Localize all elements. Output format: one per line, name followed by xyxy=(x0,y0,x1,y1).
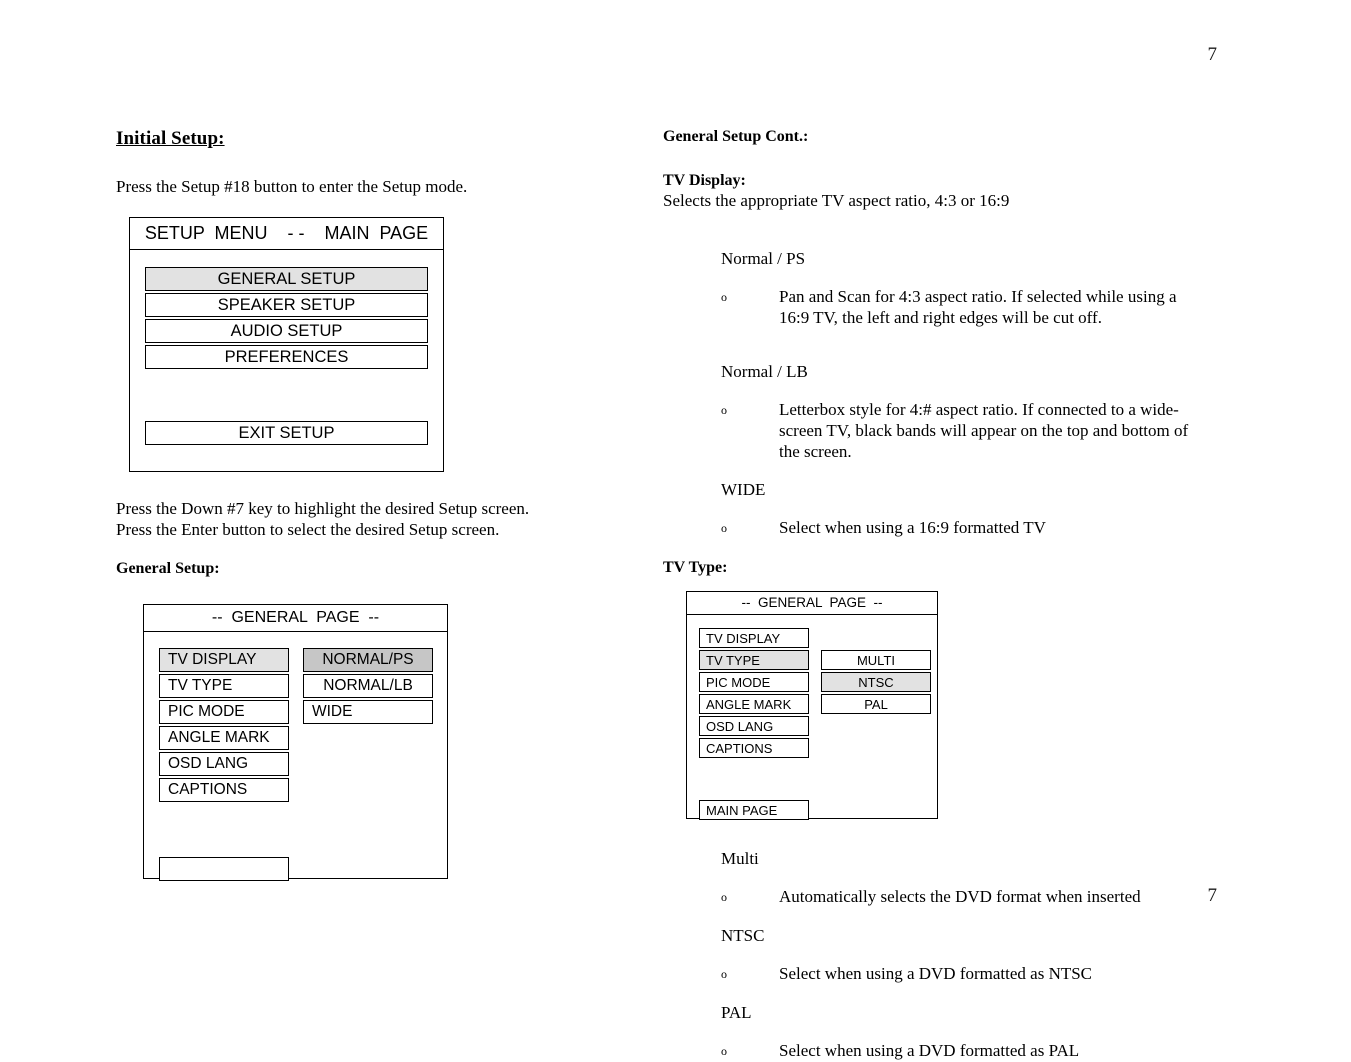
value-pal[interactable]: PAL xyxy=(821,694,931,714)
option-tv-display[interactable]: TV DISPLAY xyxy=(159,648,289,672)
right-column: General Setup Cont.: TV Display: Selects… xyxy=(663,128,1203,1062)
general-page-diagram: -- GENERAL PAGE -- TV DISPLAY TV TYPE PI… xyxy=(143,604,448,881)
page-number-bottom: 7 xyxy=(1207,885,1218,906)
menu-item-general-setup[interactable]: GENERAL SETUP xyxy=(145,267,428,291)
option-pic-mode[interactable]: PIC MODE xyxy=(159,700,289,724)
value-multi[interactable]: MULTI xyxy=(821,650,931,670)
option-term-ntsc: NTSC xyxy=(721,926,765,945)
setup-menu-diagram: SETUP MENU - - MAIN PAGE GENERAL SETUP S… xyxy=(129,217,444,472)
option-tv-type[interactable]: TV TYPE xyxy=(159,674,289,698)
option-detail-text: Select when using a 16:9 formatted TV xyxy=(779,518,1046,537)
value-normal-ps[interactable]: NORMAL/PS xyxy=(303,648,433,672)
option-tv-display[interactable]: TV DISPLAY xyxy=(699,628,809,648)
option-detail-normal-ps: o Pan and Scan for 4:3 aspect ratio. If … xyxy=(721,286,1203,328)
option-osd-lang[interactable]: OSD LANG xyxy=(159,752,289,776)
option-angle-mark[interactable]: ANGLE MARK xyxy=(159,726,289,750)
option-detail-text: Letterbox style for 4:# aspect ratio. If… xyxy=(779,400,1189,461)
bullet-icon: o xyxy=(721,521,727,535)
bullet-icon: o xyxy=(721,967,727,981)
tv-type-label-column: TV DISPLAY TV TYPE PIC MODE ANGLE MARK O… xyxy=(699,628,809,760)
menu-item-exit-setup[interactable]: EXIT SETUP xyxy=(145,421,428,445)
general-page-title: -- GENERAL PAGE -- xyxy=(144,605,447,632)
option-captions[interactable]: CAPTIONS xyxy=(159,778,289,802)
setup-menu-body: GENERAL SETUP SPEAKER SETUP AUDIO SETUP … xyxy=(130,250,443,445)
tv-type-diagram: -- GENERAL PAGE -- TV DISPLAY TV TYPE PI… xyxy=(686,591,938,820)
general-page-bottom-button[interactable] xyxy=(159,857,289,881)
option-term-normal-lb: Normal / LB xyxy=(721,362,808,381)
value-ntsc[interactable]: NTSC xyxy=(821,672,931,692)
option-detail-multi: o Automatically selects the DVD format w… xyxy=(721,886,1203,908)
menu-item-audio-setup[interactable]: AUDIO SETUP xyxy=(145,319,428,343)
general-setup-cont-heading: General Setup Cont.: xyxy=(663,128,809,145)
intro-paragraph: Press the Setup #18 button to enter the … xyxy=(116,177,468,196)
exit-setup-wrapper: EXIT SETUP xyxy=(145,421,428,445)
option-tv-type[interactable]: TV TYPE xyxy=(699,650,809,670)
option-term-pal: PAL xyxy=(721,1003,752,1022)
option-term-normal-ps: Normal / PS xyxy=(721,249,806,268)
bullet-icon: o xyxy=(721,403,727,417)
tv-type-heading: TV Type: xyxy=(663,559,728,576)
option-detail-text: Pan and Scan for 4:3 aspect ratio. If se… xyxy=(779,287,1177,327)
option-detail-text: Automatically selects the DVD format whe… xyxy=(779,887,1141,906)
option-pic-mode[interactable]: PIC MODE xyxy=(699,672,809,692)
option-detail-wide: o Select when using a 16:9 formatted TV xyxy=(721,517,1203,539)
tv-type-main-page-button[interactable]: MAIN PAGE xyxy=(699,800,809,820)
option-angle-mark[interactable]: ANGLE MARK xyxy=(699,694,809,714)
option-term-wide: WIDE xyxy=(721,480,766,499)
option-detail-pal: o Select when using a DVD formatted as P… xyxy=(721,1040,1203,1062)
option-detail-normal-lb: o Letterbox style for 4:# aspect ratio. … xyxy=(721,399,1203,462)
bullet-icon: o xyxy=(721,1044,727,1058)
setup-menu-title: SETUP MENU - - MAIN PAGE xyxy=(130,218,443,250)
option-detail-text: Select when using a DVD formatted as NTS… xyxy=(779,964,1093,983)
bullet-icon: o xyxy=(721,890,727,904)
page-number-top: 7 xyxy=(1207,44,1218,65)
tv-type-page-title: -- GENERAL PAGE -- xyxy=(687,592,937,615)
instruction-line-2: Press the Enter button to select the des… xyxy=(116,520,500,539)
general-page-body: TV DISPLAY TV TYPE PIC MODE ANGLE MARK O… xyxy=(144,632,447,881)
general-setup-heading: General Setup: xyxy=(116,560,220,577)
option-detail-text: Select when using a DVD formatted as PAL xyxy=(779,1041,1080,1060)
general-page-label-column: TV DISPLAY TV TYPE PIC MODE ANGLE MARK O… xyxy=(159,648,289,804)
general-page-value-column: NORMAL/PS NORMAL/LB WIDE xyxy=(303,648,433,726)
option-detail-ntsc: o Select when using a DVD formatted as N… xyxy=(721,963,1203,985)
left-column: Initial Setup: Press the Setup #18 butto… xyxy=(116,128,586,881)
tv-type-value-column: MULTI NTSC PAL xyxy=(821,650,931,716)
value-normal-lb[interactable]: NORMAL/LB xyxy=(303,674,433,698)
instruction-line-1: Press the Down #7 key to highlight the d… xyxy=(116,499,530,518)
option-term-multi: Multi xyxy=(721,849,759,868)
option-osd-lang[interactable]: OSD LANG xyxy=(699,716,809,736)
option-captions[interactable]: CAPTIONS xyxy=(699,738,809,758)
value-wide[interactable]: WIDE xyxy=(303,700,433,724)
tv-display-heading: TV Display: xyxy=(663,172,746,189)
menu-item-preferences[interactable]: PREFERENCES xyxy=(145,345,428,369)
bullet-icon: o xyxy=(721,290,727,304)
menu-item-speaker-setup[interactable]: SPEAKER SETUP xyxy=(145,293,428,317)
tv-display-description: Selects the appropriate TV aspect ratio,… xyxy=(663,191,1010,210)
page-title: Initial Setup: xyxy=(116,128,225,149)
